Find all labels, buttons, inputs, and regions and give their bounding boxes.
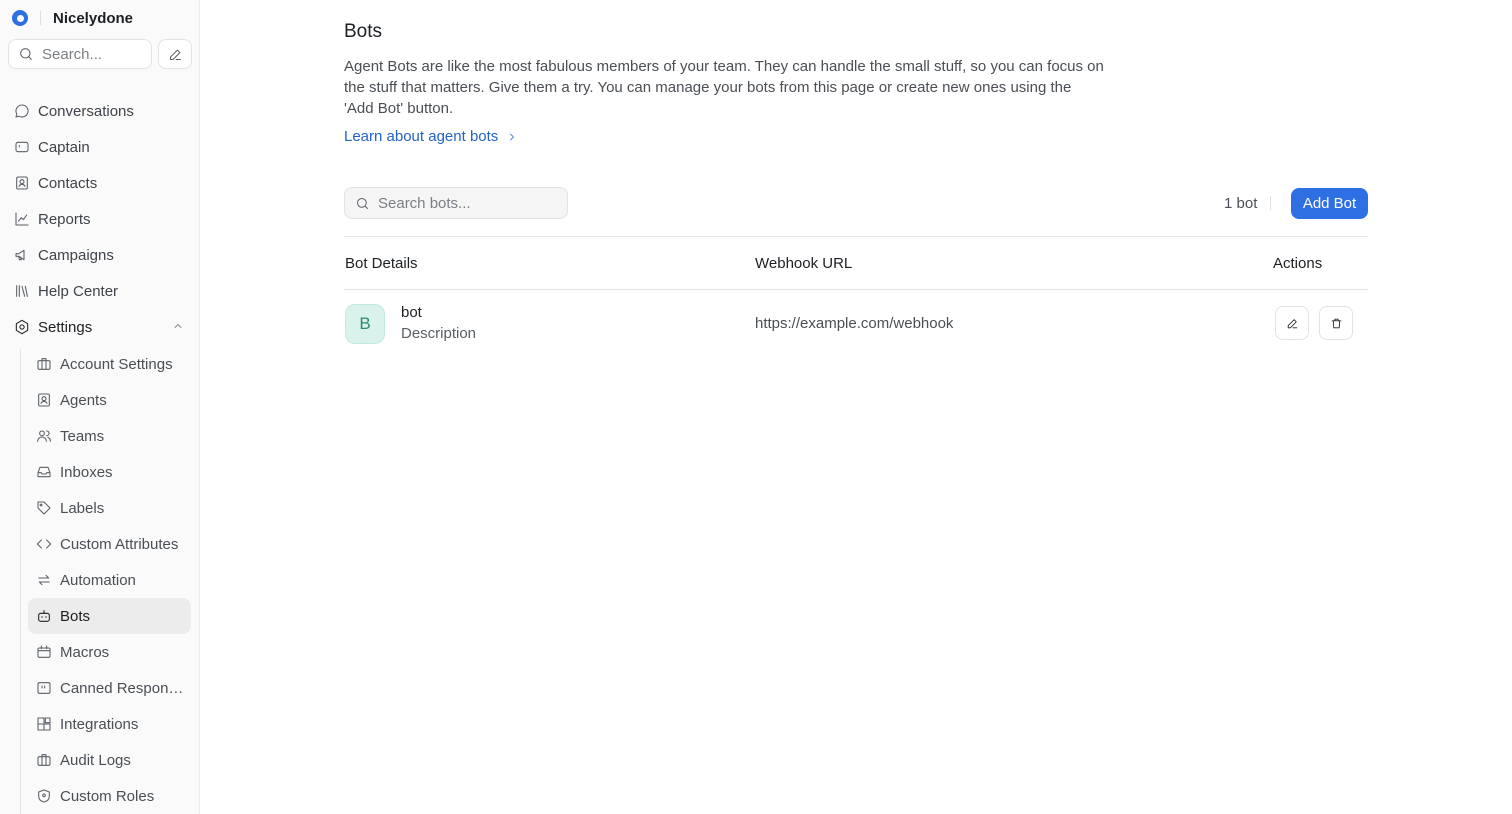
column-header-bot-details: Bot Details: [345, 255, 418, 272]
column-header-webhook-url: Webhook URL: [755, 255, 853, 272]
pencil-icon: [1287, 318, 1297, 328]
nav-item-label: Reports: [38, 210, 91, 228]
page-title: Bots: [344, 21, 383, 42]
edit-bot-button[interactable]: [1275, 306, 1309, 340]
sidebar-item-inboxes[interactable]: Inboxes: [28, 454, 191, 490]
workspace-name: Nicelydone: [53, 9, 134, 27]
canned-icon: [37, 682, 51, 694]
learn-about-bots-link[interactable]: Learn about agent bots: [344, 128, 518, 145]
users-icon: [37, 430, 51, 442]
chevron-up-icon[interactable]: [172, 320, 184, 332]
briefcase-icon: [37, 358, 51, 370]
nav-item-label: Conversations: [38, 102, 134, 120]
agent-icon: [38, 393, 50, 407]
bot-avatar: B: [345, 304, 385, 344]
sidebar-item-canned-responses[interactable]: Canned Responses: [28, 670, 191, 706]
shield-icon: [38, 789, 50, 803]
bot-description: Description: [401, 325, 477, 342]
nav-item-contacts[interactable]: Contacts: [0, 165, 199, 201]
sidebar-item-labels[interactable]: Labels: [28, 490, 191, 526]
workspace-logo-icon: [12, 10, 28, 26]
library-icon: [16, 285, 28, 297]
nav-item-settings[interactable]: Settings: [0, 309, 199, 345]
tag-icon: [37, 501, 51, 515]
add-bot-button[interactable]: Add Bot: [1291, 188, 1368, 219]
sidebar-item-label: Teams: [60, 427, 105, 445]
search-icon: [357, 197, 368, 209]
sidebar-item-label: Custom Roles: [60, 787, 155, 805]
sidebar: Nicelydone Conversations Captain Contact…: [0, 0, 200, 814]
chat-bubble-icon: [15, 104, 29, 118]
sidebar-item-label: Labels: [60, 499, 105, 517]
audit-icon: [37, 754, 51, 766]
integrations-icon: [37, 717, 51, 731]
learn-link-label: Learn about agent bots: [344, 128, 499, 145]
workspace-switcher[interactable]: Nicelydone: [12, 8, 133, 28]
table-divider: [344, 289, 1368, 290]
contacts-icon: [16, 176, 28, 190]
trash-icon: [1331, 318, 1341, 328]
sidebar-search-input[interactable]: [42, 45, 142, 63]
nav-item-label: Captain: [38, 138, 90, 156]
bots-search-input[interactable]: [378, 194, 558, 212]
sidebar-item-agents[interactable]: Agents: [28, 382, 191, 418]
search-icon: [20, 48, 32, 60]
sidebar-item-bots[interactable]: Bots: [28, 598, 191, 634]
sidebar-item-label: Integrations: [60, 715, 139, 733]
sidebar-item-macros[interactable]: Macros: [28, 634, 191, 670]
captain-icon: [15, 141, 29, 153]
settings-subnav: Account Settings Agents Teams Inboxes La…: [0, 346, 199, 814]
arrows-icon: [38, 574, 50, 586]
bot-name: bot: [401, 304, 422, 321]
compose-button[interactable]: [158, 39, 192, 69]
sidebar-item-custom-roles[interactable]: Custom Roles: [28, 778, 191, 814]
count-divider: [1270, 196, 1271, 210]
megaphone-icon: [15, 249, 25, 261]
sidebar-item-label: Agents: [60, 391, 107, 409]
sidebar-item-label: Bots: [60, 607, 91, 625]
sidebar-item-automation[interactable]: Automation: [28, 562, 191, 598]
nav-item-campaigns[interactable]: Campaigns: [0, 237, 199, 273]
sidebar-item-label: Account Settings: [60, 355, 173, 373]
nav-item-label: Help Center: [38, 282, 119, 300]
nav-item-captain[interactable]: Captain: [0, 129, 199, 165]
sidebar-item-integrations[interactable]: Integrations: [28, 706, 191, 742]
table-divider: [344, 236, 1368, 237]
bot-icon: [38, 610, 50, 622]
sidebar-search[interactable]: [8, 39, 152, 69]
bot-count: 1 bot: [1224, 195, 1258, 212]
main-nav: Conversations Captain Contacts Reports C…: [0, 93, 199, 345]
sidebar-item-audit-logs[interactable]: Audit Logs: [28, 742, 191, 778]
sidebar-item-account-settings[interactable]: Account Settings: [28, 346, 191, 382]
sidebar-item-label: Automation: [60, 571, 136, 589]
sidebar-item-label: Custom Attributes: [60, 535, 179, 553]
code-icon: [36, 539, 52, 549]
sidebar-item-label: Canned Responses: [60, 679, 185, 697]
column-header-actions: Actions: [1273, 255, 1323, 272]
bot-webhook-url: https://example.com/webhook: [755, 315, 954, 332]
nav-item-conversations[interactable]: Conversations: [0, 93, 199, 129]
page-description: Agent Bots are like the most fabulous me…: [344, 58, 1104, 117]
gear-icon: [15, 319, 29, 335]
nav-item-reports[interactable]: Reports: [0, 201, 199, 237]
nav-item-help-center[interactable]: Help Center: [0, 273, 199, 309]
sidebar-item-custom-attributes[interactable]: Custom Attributes: [28, 526, 191, 562]
brand-divider: [40, 11, 41, 25]
sidebar-item-teams[interactable]: Teams: [28, 418, 191, 454]
sidebar-item-label: Inboxes: [60, 463, 113, 481]
nav-item-label: Contacts: [38, 174, 98, 192]
bots-search[interactable]: [344, 187, 568, 219]
pencil-icon: [169, 49, 181, 60]
macro-icon: [37, 645, 51, 658]
delete-bot-button[interactable]: [1319, 306, 1353, 340]
sidebar-item-label: Macros: [60, 643, 110, 661]
inbox-icon: [37, 466, 51, 478]
sidebar-item-label: Audit Logs: [60, 751, 131, 769]
chevron-right-icon: [510, 133, 515, 140]
nav-item-label: Settings: [38, 318, 93, 336]
chart-line-icon: [15, 212, 29, 226]
nav-item-label: Campaigns: [38, 246, 114, 264]
